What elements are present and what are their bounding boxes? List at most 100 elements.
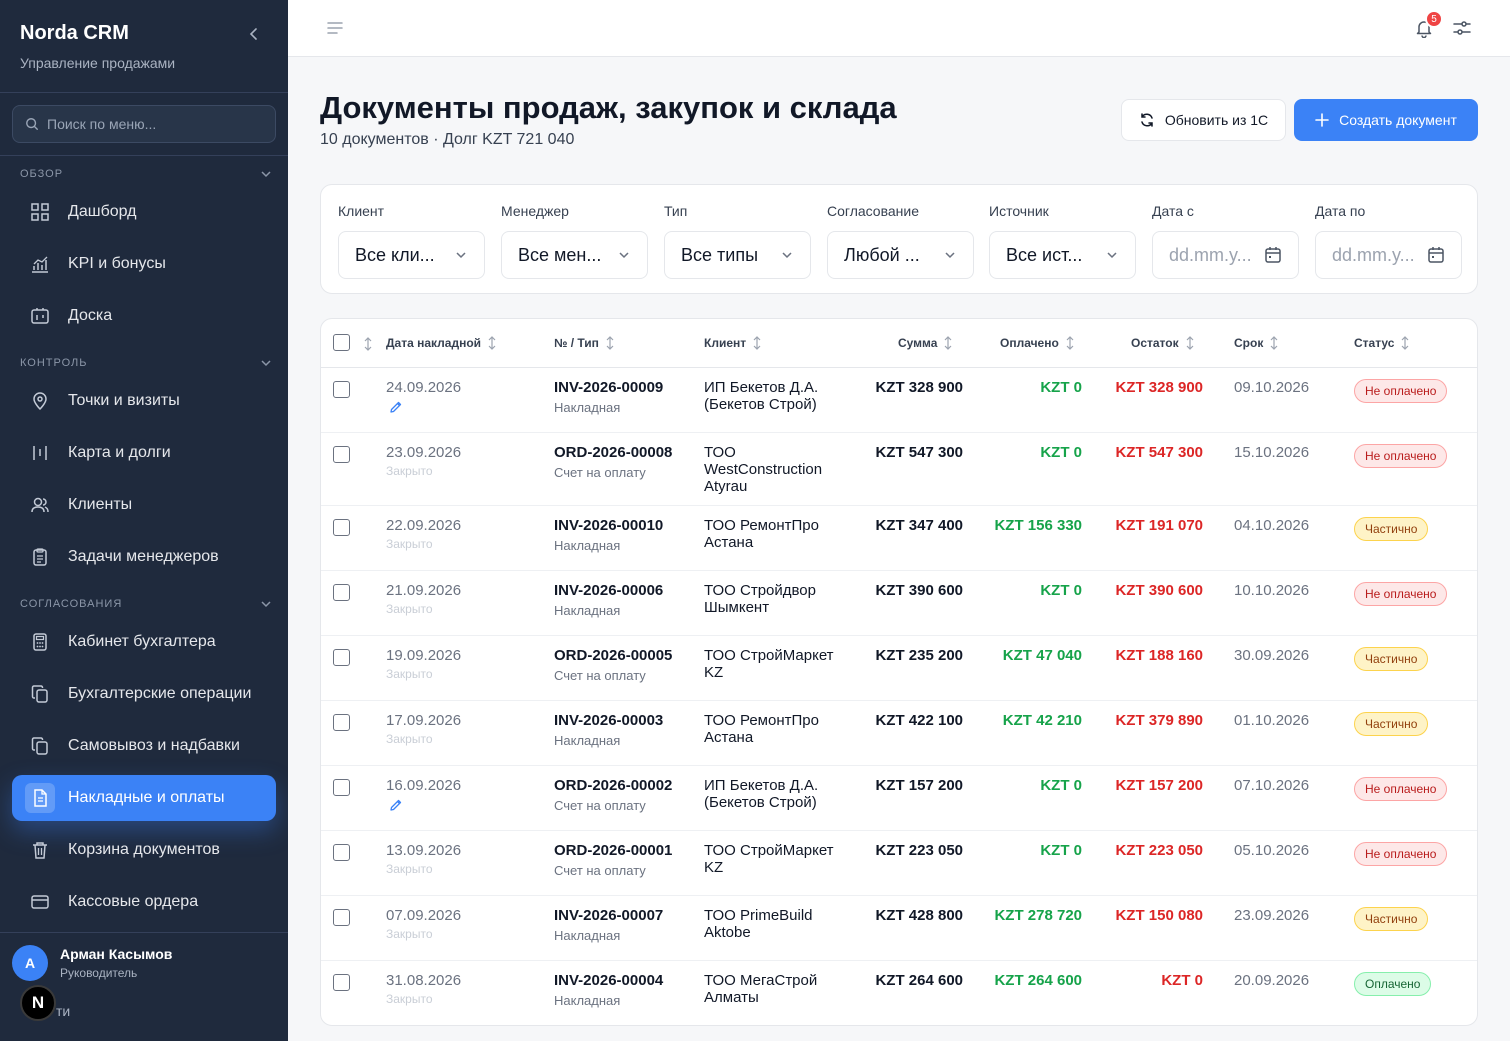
document-number[interactable]: INV-2026-00003 <box>554 712 663 729</box>
sidebar-item-accounting-ops[interactable]: Бухгалтерские операции <box>12 671 276 717</box>
document-number[interactable]: ORD-2026-00008 <box>554 444 672 461</box>
column-status[interactable]: Статус <box>1354 336 1410 350</box>
settings-button[interactable] <box>1452 18 1472 43</box>
status-badge: Частично <box>1354 647 1429 671</box>
status-badge: Частично <box>1354 907 1429 931</box>
menu-search-input[interactable] <box>47 116 257 132</box>
section-label: ОБЗОР <box>20 168 64 180</box>
document-number[interactable]: INV-2026-00009 <box>554 379 663 396</box>
menu-toggle-button[interactable] <box>326 19 344 42</box>
dev-tools-badge[interactable]: N <box>20 985 56 1021</box>
sidebar-item-invoices[interactable]: Накладные и оплаты <box>12 775 276 821</box>
section-control[interactable]: КОНТРОЛЬ <box>20 357 272 369</box>
table-row[interactable]: 21.09.2026 Закрыто INV-2026-00006 Накладная… <box>321 571 1477 636</box>
row-checkbox[interactable] <box>333 779 350 796</box>
sidebar-item-board[interactable]: Доска <box>12 293 276 339</box>
refresh-label: Обновить из 1С <box>1164 112 1269 128</box>
date-from-input[interactable]: dd.mm.y... <box>1152 231 1299 279</box>
sidebar-item-map[interactable]: Карта и долги <box>12 430 276 476</box>
exit-label[interactable]: ти <box>56 1003 70 1019</box>
row-checkbox[interactable] <box>333 649 350 666</box>
table-row[interactable]: 31.08.2026 Закрыто INV-2026-00004 Накладная… <box>321 961 1477 1025</box>
document-number[interactable]: INV-2026-00006 <box>554 582 663 599</box>
sidebar-item-tasks[interactable]: Задачи менеджеров <box>12 534 276 580</box>
document-number[interactable]: ORD-2026-00005 <box>554 647 672 664</box>
document-number[interactable]: INV-2026-00007 <box>554 907 663 924</box>
row-checkbox[interactable] <box>333 446 350 463</box>
document-number[interactable]: INV-2026-00010 <box>554 517 663 534</box>
sort-icon <box>1269 336 1279 350</box>
document-number[interactable]: INV-2026-00004 <box>554 972 663 989</box>
filter-client: Клиент Все кли... <box>338 203 485 279</box>
edit-pencil-icon[interactable] <box>389 400 403 418</box>
row-checkbox[interactable] <box>333 909 350 926</box>
row-checkbox[interactable] <box>333 519 350 536</box>
table-row[interactable]: 13.09.2026 Закрыто ORD-2026-00001 Счет на о… <box>321 831 1477 896</box>
column-client[interactable]: Клиент <box>704 336 762 350</box>
menu-search[interactable] <box>12 105 276 143</box>
select-value: Все мен... <box>518 244 602 265</box>
table-row[interactable]: 07.09.2026 Закрыто INV-2026-00007 Накладная… <box>321 896 1477 961</box>
table-row[interactable]: 16.09.2026 ORD-2026-00002 Счет на оплату ИП… <box>321 766 1477 831</box>
sidebar-item-trash[interactable]: Корзина документов <box>12 827 276 873</box>
type-select[interactable]: Все типы <box>664 231 811 279</box>
create-document-button[interactable]: Создать документ <box>1294 99 1478 141</box>
column-sum[interactable]: Сумма <box>898 336 953 350</box>
select-all-checkbox[interactable] <box>333 334 350 351</box>
chevron-left-icon <box>249 28 257 40</box>
column-rest[interactable]: Остаток <box>1131 336 1195 350</box>
divider <box>0 155 288 156</box>
table-row[interactable]: 23.09.2026 Закрыто ORD-2026-00008 Счет на о… <box>321 433 1477 506</box>
table-row[interactable]: 19.09.2026 Закрыто ORD-2026-00005 Счет на о… <box>321 636 1477 701</box>
row-checkbox[interactable] <box>333 844 350 861</box>
brand-title: Norda CRM <box>20 22 129 44</box>
sidebar-item-cash-orders[interactable]: Кассовые ордера <box>12 879 276 925</box>
client-select[interactable]: Все кли... <box>338 231 485 279</box>
source-select[interactable]: Все ист... <box>989 231 1136 279</box>
document-number[interactable]: ORD-2026-00002 <box>554 777 672 794</box>
table-row[interactable]: 24.09.2026 INV-2026-00009 Накладная ИП Беке… <box>321 368 1477 433</box>
refresh-from-1c-button[interactable]: Обновить из 1С <box>1121 99 1286 141</box>
column-due[interactable]: Срок <box>1234 336 1279 350</box>
date-to-input[interactable]: dd.mm.y... <box>1315 231 1462 279</box>
due-date: 04.10.2026 <box>1234 517 1310 534</box>
user-profile[interactable]: А Арман Касымов Руководитель <box>12 945 172 981</box>
column-paid[interactable]: Оплачено <box>1000 336 1075 350</box>
row-checkbox[interactable] <box>333 714 350 731</box>
status-badge: Не оплачено <box>1354 444 1448 468</box>
grid-icon <box>30 202 50 222</box>
plus-icon <box>1315 113 1329 127</box>
table-row[interactable]: 22.09.2026 Закрыто INV-2026-00010 Накладная… <box>321 506 1477 571</box>
edit-pencil-icon[interactable] <box>389 798 403 816</box>
row-checkbox[interactable] <box>333 381 350 398</box>
chevron-down-icon <box>261 171 271 178</box>
sidebar-item-dashboard[interactable]: Дашборд <box>12 189 276 235</box>
section-overview[interactable]: ОБЗОР <box>20 168 272 180</box>
sidebar-item-pickup[interactable]: Самовывоз и надбавки <box>12 723 276 769</box>
calendar-icon[interactable] <box>1427 246 1445 264</box>
calendar-icon[interactable] <box>1264 246 1282 264</box>
table-row[interactable]: 17.09.2026 Закрыто INV-2026-00003 Накладная… <box>321 701 1477 766</box>
chevron-down-icon <box>780 248 794 262</box>
sidebar-item-clients[interactable]: Клиенты <box>12 482 276 528</box>
row-checkbox[interactable] <box>333 584 350 601</box>
column-date[interactable]: Дата накладной <box>386 336 497 350</box>
collapse-sidebar-button[interactable] <box>244 24 264 44</box>
section-approvals[interactable]: СОГЛАСОВАНИЯ <box>20 598 272 610</box>
date-placeholder: dd.mm.y... <box>1332 244 1415 265</box>
sidebar-item-accountant[interactable]: Кабинет бухгалтера <box>12 619 276 665</box>
sidebar-item-visits[interactable]: Точки и визиты <box>12 378 276 424</box>
sort-icon <box>752 336 762 350</box>
due-date: 20.09.2026 <box>1234 972 1310 989</box>
chevron-down-icon <box>261 360 271 367</box>
sort-select-icon[interactable] <box>357 337 373 351</box>
column-number[interactable]: № / Тип <box>554 336 615 350</box>
document-number[interactable]: ORD-2026-00001 <box>554 842 672 859</box>
sidebar-item-kpi[interactable]: KPI и бонусы <box>12 241 276 287</box>
invoice-date: 07.09.2026 <box>386 907 462 924</box>
manager-select[interactable]: Все мен... <box>501 231 648 279</box>
row-checkbox[interactable] <box>333 974 350 991</box>
status-badge: Не оплачено <box>1354 582 1448 606</box>
approval-select[interactable]: Любой ... <box>827 231 974 279</box>
closed-label: Закрыто <box>386 537 433 551</box>
